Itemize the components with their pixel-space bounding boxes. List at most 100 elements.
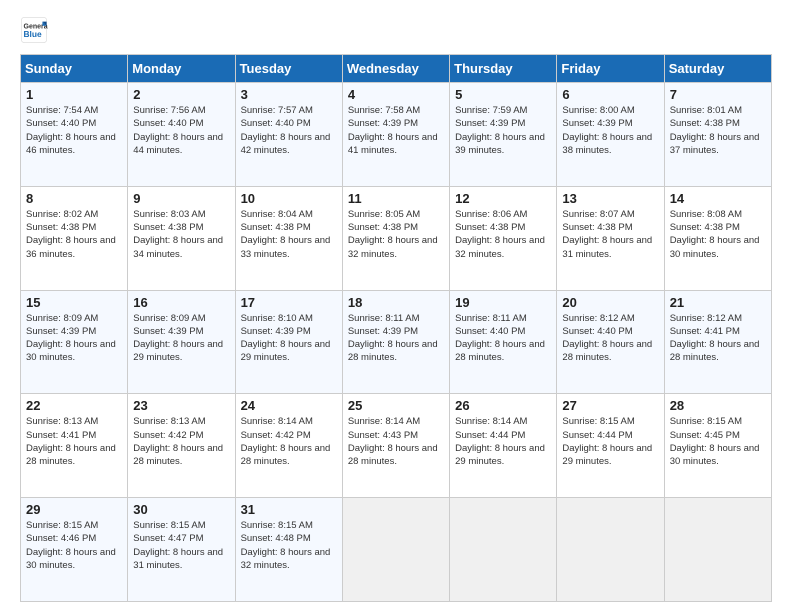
calendar-header-row: SundayMondayTuesdayWednesdayThursdayFrid…	[21, 55, 772, 83]
day-number: 29	[26, 502, 122, 517]
day-number: 27	[562, 398, 658, 413]
calendar-cell: 29 Sunrise: 8:15 AMSunset: 4:46 PMDaylig…	[21, 498, 128, 602]
calendar-cell: 22 Sunrise: 8:13 AMSunset: 4:41 PMDaylig…	[21, 394, 128, 498]
day-info: Sunrise: 7:57 AMSunset: 4:40 PMDaylight:…	[241, 104, 337, 157]
day-number: 22	[26, 398, 122, 413]
day-info: Sunrise: 8:14 AMSunset: 4:43 PMDaylight:…	[348, 415, 444, 468]
day-number: 14	[670, 191, 766, 206]
calendar-cell	[342, 498, 449, 602]
day-number: 26	[455, 398, 551, 413]
day-info: Sunrise: 8:10 AMSunset: 4:39 PMDaylight:…	[241, 312, 337, 365]
col-header-wednesday: Wednesday	[342, 55, 449, 83]
day-info: Sunrise: 8:00 AMSunset: 4:39 PMDaylight:…	[562, 104, 658, 157]
col-header-sunday: Sunday	[21, 55, 128, 83]
day-number: 7	[670, 87, 766, 102]
calendar-cell: 15 Sunrise: 8:09 AMSunset: 4:39 PMDaylig…	[21, 290, 128, 394]
day-info: Sunrise: 8:15 AMSunset: 4:44 PMDaylight:…	[562, 415, 658, 468]
week-row-3: 22 Sunrise: 8:13 AMSunset: 4:41 PMDaylig…	[21, 394, 772, 498]
day-number: 8	[26, 191, 122, 206]
day-number: 30	[133, 502, 229, 517]
calendar-cell: 30 Sunrise: 8:15 AMSunset: 4:47 PMDaylig…	[128, 498, 235, 602]
calendar-cell	[450, 498, 557, 602]
day-info: Sunrise: 8:11 AMSunset: 4:40 PMDaylight:…	[455, 312, 551, 365]
calendar-cell: 11 Sunrise: 8:05 AMSunset: 4:38 PMDaylig…	[342, 186, 449, 290]
day-info: Sunrise: 8:09 AMSunset: 4:39 PMDaylight:…	[26, 312, 122, 365]
day-number: 2	[133, 87, 229, 102]
day-number: 15	[26, 295, 122, 310]
day-number: 1	[26, 87, 122, 102]
day-info: Sunrise: 8:15 AMSunset: 4:48 PMDaylight:…	[241, 519, 337, 572]
day-info: Sunrise: 8:03 AMSunset: 4:38 PMDaylight:…	[133, 208, 229, 261]
week-row-2: 15 Sunrise: 8:09 AMSunset: 4:39 PMDaylig…	[21, 290, 772, 394]
day-number: 5	[455, 87, 551, 102]
day-number: 4	[348, 87, 444, 102]
day-info: Sunrise: 8:08 AMSunset: 4:38 PMDaylight:…	[670, 208, 766, 261]
day-info: Sunrise: 8:01 AMSunset: 4:38 PMDaylight:…	[670, 104, 766, 157]
calendar-cell: 5 Sunrise: 7:59 AMSunset: 4:39 PMDayligh…	[450, 83, 557, 187]
day-info: Sunrise: 7:56 AMSunset: 4:40 PMDaylight:…	[133, 104, 229, 157]
day-info: Sunrise: 8:15 AMSunset: 4:47 PMDaylight:…	[133, 519, 229, 572]
day-number: 18	[348, 295, 444, 310]
calendar-cell: 21 Sunrise: 8:12 AMSunset: 4:41 PMDaylig…	[664, 290, 771, 394]
day-number: 6	[562, 87, 658, 102]
calendar-cell: 7 Sunrise: 8:01 AMSunset: 4:38 PMDayligh…	[664, 83, 771, 187]
day-info: Sunrise: 8:07 AMSunset: 4:38 PMDaylight:…	[562, 208, 658, 261]
calendar-cell: 10 Sunrise: 8:04 AMSunset: 4:38 PMDaylig…	[235, 186, 342, 290]
calendar-cell: 8 Sunrise: 8:02 AMSunset: 4:38 PMDayligh…	[21, 186, 128, 290]
calendar-cell: 13 Sunrise: 8:07 AMSunset: 4:38 PMDaylig…	[557, 186, 664, 290]
day-number: 25	[348, 398, 444, 413]
day-info: Sunrise: 8:05 AMSunset: 4:38 PMDaylight:…	[348, 208, 444, 261]
week-row-4: 29 Sunrise: 8:15 AMSunset: 4:46 PMDaylig…	[21, 498, 772, 602]
week-row-1: 8 Sunrise: 8:02 AMSunset: 4:38 PMDayligh…	[21, 186, 772, 290]
col-header-saturday: Saturday	[664, 55, 771, 83]
calendar-cell: 23 Sunrise: 8:13 AMSunset: 4:42 PMDaylig…	[128, 394, 235, 498]
day-number: 9	[133, 191, 229, 206]
calendar-cell: 17 Sunrise: 8:10 AMSunset: 4:39 PMDaylig…	[235, 290, 342, 394]
calendar-cell	[557, 498, 664, 602]
day-info: Sunrise: 8:04 AMSunset: 4:38 PMDaylight:…	[241, 208, 337, 261]
day-info: Sunrise: 8:11 AMSunset: 4:39 PMDaylight:…	[348, 312, 444, 365]
calendar-cell: 19 Sunrise: 8:11 AMSunset: 4:40 PMDaylig…	[450, 290, 557, 394]
calendar-cell: 26 Sunrise: 8:14 AMSunset: 4:44 PMDaylig…	[450, 394, 557, 498]
day-number: 23	[133, 398, 229, 413]
day-info: Sunrise: 8:02 AMSunset: 4:38 PMDaylight:…	[26, 208, 122, 261]
day-number: 3	[241, 87, 337, 102]
day-number: 21	[670, 295, 766, 310]
calendar: SundayMondayTuesdayWednesdayThursdayFrid…	[20, 54, 772, 602]
page: General Blue SundayMondayTuesdayWednesda…	[0, 0, 792, 612]
day-info: Sunrise: 7:58 AMSunset: 4:39 PMDaylight:…	[348, 104, 444, 157]
logo-icon: General Blue	[20, 16, 48, 44]
calendar-cell: 20 Sunrise: 8:12 AMSunset: 4:40 PMDaylig…	[557, 290, 664, 394]
calendar-cell: 6 Sunrise: 8:00 AMSunset: 4:39 PMDayligh…	[557, 83, 664, 187]
day-number: 17	[241, 295, 337, 310]
calendar-cell: 18 Sunrise: 8:11 AMSunset: 4:39 PMDaylig…	[342, 290, 449, 394]
col-header-tuesday: Tuesday	[235, 55, 342, 83]
calendar-cell: 2 Sunrise: 7:56 AMSunset: 4:40 PMDayligh…	[128, 83, 235, 187]
calendar-cell: 4 Sunrise: 7:58 AMSunset: 4:39 PMDayligh…	[342, 83, 449, 187]
day-number: 11	[348, 191, 444, 206]
day-info: Sunrise: 8:12 AMSunset: 4:40 PMDaylight:…	[562, 312, 658, 365]
calendar-cell: 28 Sunrise: 8:15 AMSunset: 4:45 PMDaylig…	[664, 394, 771, 498]
calendar-cell: 25 Sunrise: 8:14 AMSunset: 4:43 PMDaylig…	[342, 394, 449, 498]
calendar-cell	[664, 498, 771, 602]
day-number: 19	[455, 295, 551, 310]
svg-text:Blue: Blue	[24, 29, 42, 39]
calendar-cell: 16 Sunrise: 8:09 AMSunset: 4:39 PMDaylig…	[128, 290, 235, 394]
day-number: 20	[562, 295, 658, 310]
day-number: 13	[562, 191, 658, 206]
day-info: Sunrise: 8:13 AMSunset: 4:42 PMDaylight:…	[133, 415, 229, 468]
day-info: Sunrise: 8:14 AMSunset: 4:42 PMDaylight:…	[241, 415, 337, 468]
calendar-cell: 12 Sunrise: 8:06 AMSunset: 4:38 PMDaylig…	[450, 186, 557, 290]
day-number: 31	[241, 502, 337, 517]
calendar-cell: 1 Sunrise: 7:54 AMSunset: 4:40 PMDayligh…	[21, 83, 128, 187]
day-info: Sunrise: 8:12 AMSunset: 4:41 PMDaylight:…	[670, 312, 766, 365]
calendar-cell: 9 Sunrise: 8:03 AMSunset: 4:38 PMDayligh…	[128, 186, 235, 290]
logo: General Blue	[20, 16, 48, 44]
header: General Blue	[20, 16, 772, 44]
day-info: Sunrise: 7:59 AMSunset: 4:39 PMDaylight:…	[455, 104, 551, 157]
day-number: 12	[455, 191, 551, 206]
day-number: 28	[670, 398, 766, 413]
day-number: 10	[241, 191, 337, 206]
day-info: Sunrise: 8:14 AMSunset: 4:44 PMDaylight:…	[455, 415, 551, 468]
col-header-monday: Monday	[128, 55, 235, 83]
